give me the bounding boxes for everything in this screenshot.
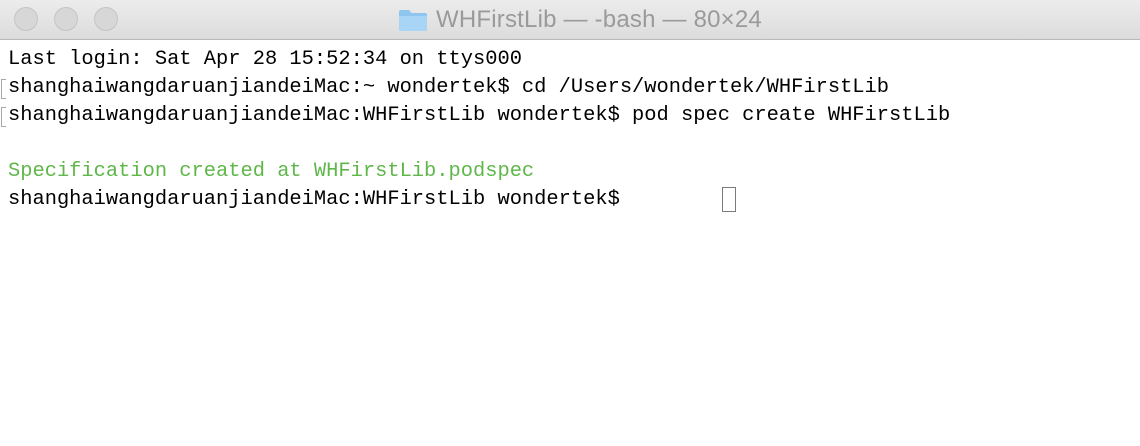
window-title: WHFirstLib — -bash — 80×24 [436, 6, 762, 33]
terminal-line-login: Last login: Sat Apr 28 15:52:34 on ttys0… [8, 48, 522, 71]
terminal-line-prompt: shanghaiwangdaruanjiandeiMac:WHFirstLib … [8, 188, 633, 211]
folder-icon [399, 10, 427, 31]
title-bar[interactable]: WHFirstLib — -bash — 80×24 [0, 0, 1140, 40]
prompt-mark [1, 107, 6, 127]
text-cursor [722, 187, 736, 212]
terminal-line-success: Specification created at WHFirstLib.pods… [8, 160, 535, 183]
terminal-line-cd: shanghaiwangdaruanjiandeiMac:~ wondertek… [8, 76, 890, 99]
terminal-window: WHFirstLib — -bash — 80×24 Last login: S… [0, 0, 1140, 446]
title-container: WHFirstLib — -bash — 80×24 [0, 0, 1140, 40]
prompt-mark [1, 79, 6, 99]
scrollbar[interactable] [1130, 41, 1140, 446]
terminal-content[interactable]: Last login: Sat Apr 28 15:52:34 on ttys0… [0, 41, 1140, 446]
terminal-line-pod-spec: shanghaiwangdaruanjiandeiMac:WHFirstLib … [8, 104, 951, 127]
